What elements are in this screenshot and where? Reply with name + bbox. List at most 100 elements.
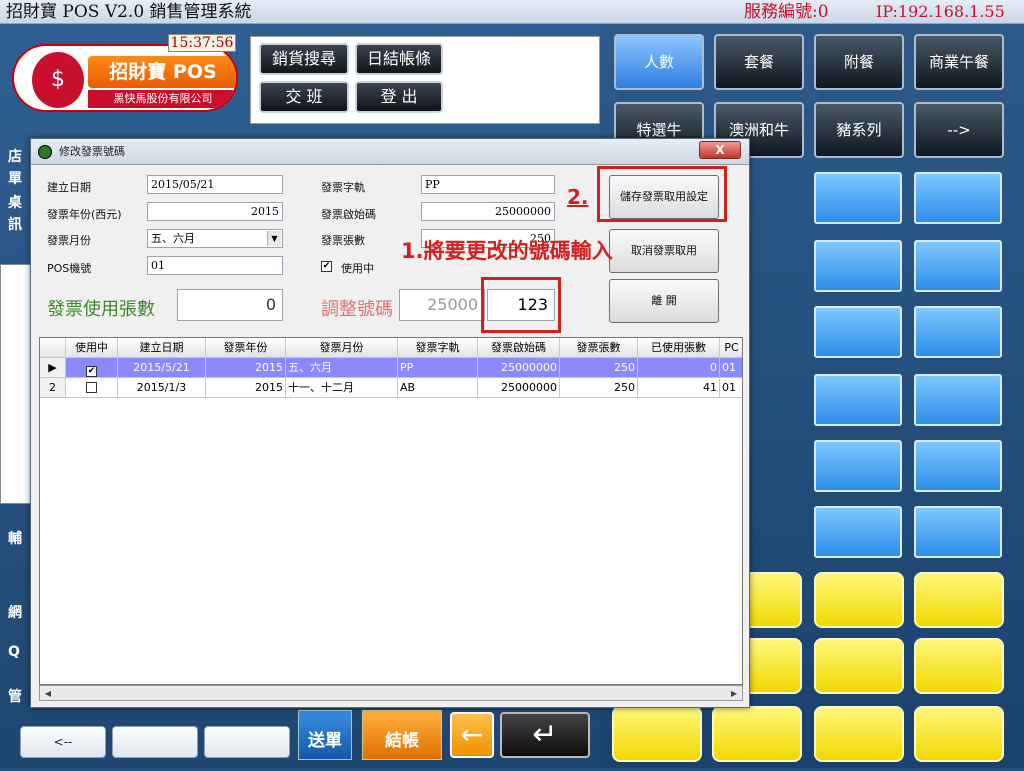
brand-logo: $ 招財寶 POS 黑快馬股份有限公司 xyxy=(12,44,238,112)
grid-header[interactable]: 發票張數 xyxy=(560,338,638,358)
row-pc: 01 xyxy=(720,378,742,398)
product-tile[interactable] xyxy=(914,374,1002,426)
shift-change-button[interactable]: 交 班 xyxy=(259,81,349,113)
dialog-app-icon xyxy=(38,145,52,159)
order-list-panel[interactable] xyxy=(0,264,32,504)
chevron-down-icon[interactable]: ▼ xyxy=(267,231,281,246)
side-label-net: 網 xyxy=(8,605,22,621)
enter-arrow-icon[interactable]: ↵ xyxy=(500,712,590,758)
pos-number-field[interactable]: 01 xyxy=(147,256,283,275)
row-count: 250 xyxy=(560,358,638,378)
scroll-left-icon[interactable]: ◀ xyxy=(41,687,55,700)
daily-report-button[interactable]: 日結帳條 xyxy=(355,43,443,75)
invoice-grid[interactable]: 使用中 建立日期 發票年份 發票月份 發票字軌 發票啟始碼 發票張數 已使用張數… xyxy=(39,337,743,685)
quick-tile[interactable] xyxy=(612,706,702,762)
product-tile[interactable] xyxy=(814,506,902,558)
create-date-field[interactable]: 2015/05/21 xyxy=(147,175,283,194)
grid-header[interactable]: 發票啟始碼 xyxy=(478,338,560,358)
used-count-label: 發票使用張數 xyxy=(47,299,155,320)
category-side-button[interactable]: 附餐 xyxy=(814,34,904,90)
invoice-edit-dialog: 修改發票號碼 X 建立日期 2015/05/21 發票年份(西元) 2015 發… xyxy=(30,138,750,708)
grid-horizontal-scrollbar[interactable]: ◀ ▶ xyxy=(39,685,743,701)
app-title: 招財寶 POS V2.0 銷售管理系統 xyxy=(6,2,252,22)
row-track: AB xyxy=(398,378,478,398)
row-pc: 01 xyxy=(720,358,742,378)
quick-tile[interactable] xyxy=(814,638,904,694)
row-indicator: ▶ xyxy=(40,358,66,378)
invoice-month-select[interactable]: 五、六月 ▼ xyxy=(147,229,283,248)
quick-tile[interactable] xyxy=(914,572,1004,628)
in-use-checkbox[interactable]: ✔ xyxy=(321,261,332,272)
sales-search-button[interactable]: 銷貨搜尋 xyxy=(259,43,349,75)
product-tile[interactable] xyxy=(814,172,902,224)
highlight-save-button xyxy=(597,166,727,222)
side-label-order: 單 xyxy=(8,171,22,187)
row-month: 五、六月 xyxy=(286,358,398,378)
row-in-use-checkbox[interactable] xyxy=(86,382,97,393)
product-tile[interactable] xyxy=(914,240,1002,292)
back-arrow-icon[interactable]: ← xyxy=(450,712,494,758)
grid-header[interactable]: 使用中 xyxy=(66,338,118,358)
grid-header[interactable]: 發票年份 xyxy=(206,338,286,358)
row-year: 2015 xyxy=(206,358,286,378)
quick-tile[interactable] xyxy=(814,572,904,628)
category-people-button[interactable]: 人數 xyxy=(614,34,704,90)
logout-button[interactable]: 登 出 xyxy=(355,81,443,113)
row-in-use-cell[interactable] xyxy=(66,378,118,398)
side-label-manage: 管 xyxy=(8,689,22,705)
row-track: PP xyxy=(398,358,478,378)
product-tile[interactable] xyxy=(814,306,902,358)
checkout-button[interactable]: 結帳 xyxy=(362,710,442,760)
product-tile[interactable] xyxy=(914,440,1002,492)
side-label-table: 桌 xyxy=(8,195,22,211)
row-used: 0 xyxy=(638,358,720,378)
product-tile[interactable] xyxy=(914,506,1002,558)
cancel-invoice-button[interactable]: 取消發票取用 xyxy=(609,229,719,273)
product-tile[interactable] xyxy=(914,306,1002,358)
adjust-prefix-field: 25000 xyxy=(399,289,485,321)
grid-header[interactable]: PC xyxy=(720,338,742,358)
back-page-button[interactable]: <-- xyxy=(20,726,106,758)
service-number: 服務編號:0 xyxy=(744,2,829,22)
category-pork-button[interactable]: 豬系列 xyxy=(814,102,904,158)
row-in-use-cell[interactable]: ✔ xyxy=(66,358,118,378)
header-button-area: 銷貨搜尋 日結帳條 交 班 登 出 xyxy=(250,36,600,124)
category-business-lunch-button[interactable]: 商業午餐 xyxy=(914,34,1004,90)
quick-tile[interactable] xyxy=(914,706,1004,762)
grid-header[interactable]: 發票字軌 xyxy=(398,338,478,358)
product-tile[interactable] xyxy=(914,172,1002,224)
grid-header[interactable]: 發票月份 xyxy=(286,338,398,358)
invoice-start-field[interactable]: 25000000 xyxy=(421,202,555,221)
window-titlebar: 招財寶 POS V2.0 銷售管理系統 服務編號:0 IP:192.168.1.… xyxy=(0,0,1024,24)
used-count-field[interactable]: 0 xyxy=(177,289,283,321)
row-year: 2015 xyxy=(206,378,286,398)
grid-header[interactable]: 已使用張數 xyxy=(638,338,720,358)
grid-header[interactable]: 建立日期 xyxy=(118,338,206,358)
row-in-use-checkbox[interactable]: ✔ xyxy=(86,366,97,377)
send-order-button[interactable]: 送單 xyxy=(298,710,352,760)
adjust-number-label: 調整號碼 xyxy=(321,299,393,320)
scroll-right-icon[interactable]: ▶ xyxy=(727,687,741,700)
cat-logo-icon: $ xyxy=(32,52,84,108)
category-next-button[interactable]: --> xyxy=(914,102,1004,158)
clock: 15:37:56 xyxy=(168,34,236,52)
leave-button[interactable]: 離 開 xyxy=(609,279,719,323)
invoice-year-field[interactable]: 2015 xyxy=(147,202,283,221)
ip-address: IP:192.168.1.55 xyxy=(876,2,1005,21)
quick-tile[interactable] xyxy=(814,706,904,762)
quick-tile[interactable] xyxy=(712,706,802,762)
grid-header-row: 使用中 建立日期 發票年份 發票月份 發票字軌 發票啟始碼 發票張數 已使用張數… xyxy=(40,338,742,358)
close-icon[interactable]: X xyxy=(699,141,741,159)
blank-button-2[interactable] xyxy=(204,726,290,758)
product-tile[interactable] xyxy=(814,374,902,426)
blank-button-1[interactable] xyxy=(112,726,198,758)
table-row[interactable]: 2 2015/1/3 2015 十一、十二月 AB 25000000 250 4… xyxy=(40,378,742,398)
product-tile[interactable] xyxy=(814,240,902,292)
row-month: 十一、十二月 xyxy=(286,378,398,398)
quick-tile[interactable] xyxy=(914,638,1004,694)
table-row[interactable]: ▶ ✔ 2015/5/21 2015 五、六月 PP 25000000 250 … xyxy=(40,358,742,378)
product-tile[interactable] xyxy=(814,440,902,492)
category-set-meal-button[interactable]: 套餐 xyxy=(714,34,804,90)
invoice-track-field[interactable]: PP xyxy=(421,175,555,194)
row-count: 250 xyxy=(560,378,638,398)
